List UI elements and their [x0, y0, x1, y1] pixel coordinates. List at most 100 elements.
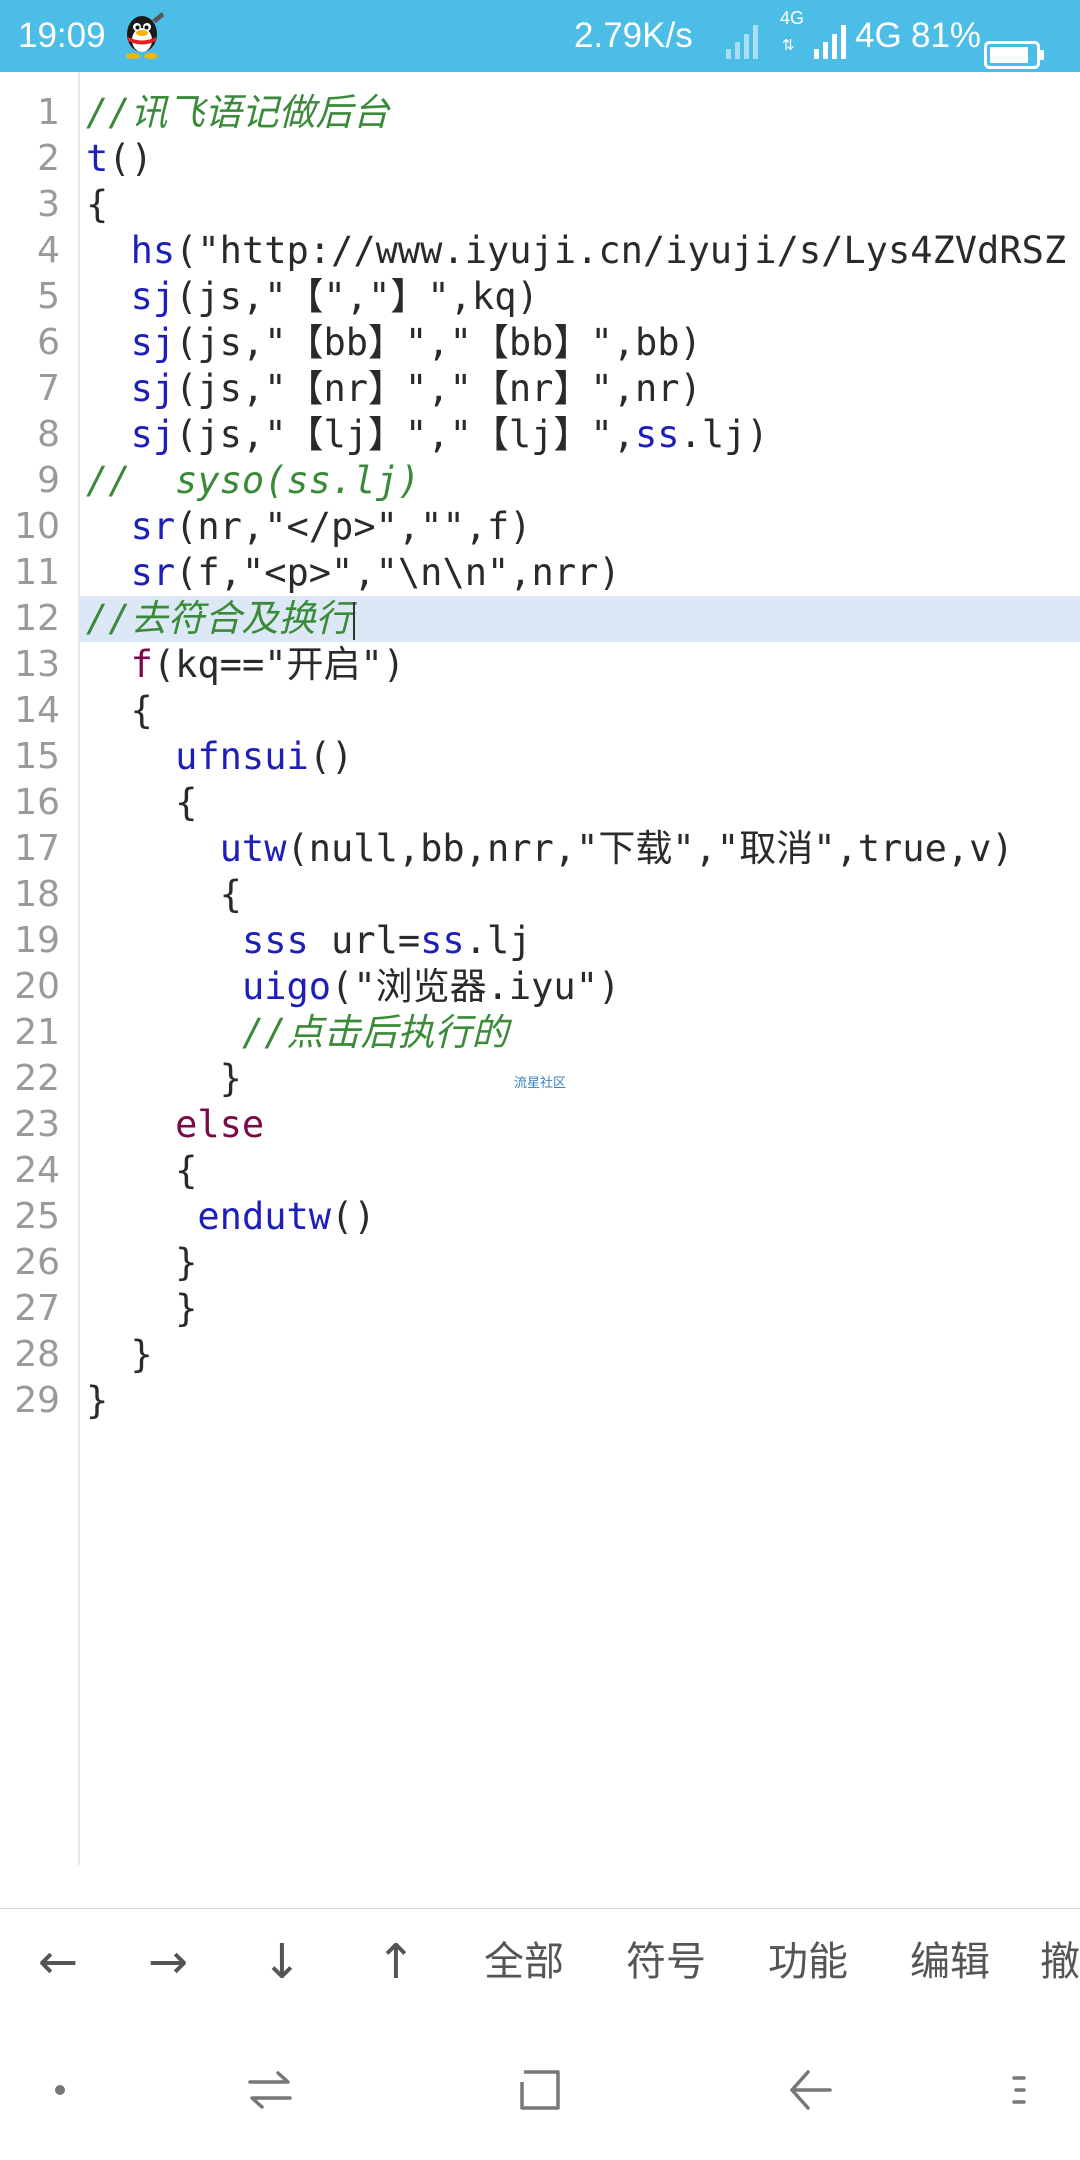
signal-weak-icon	[724, 14, 764, 59]
line-number: 20	[14, 966, 60, 1007]
line-number: 13	[14, 644, 60, 685]
code-line[interactable]: 20 uigo("浏览器.iyu")	[0, 964, 1080, 1010]
line-number: 26	[14, 1242, 60, 1283]
code-line[interactable]: 29}	[0, 1378, 1080, 1424]
code-line[interactable]: 24 {	[0, 1148, 1080, 1194]
code-line[interactable]: 8 sj(js,"【lj】","【lj】",ss.lj)	[0, 412, 1080, 458]
line-number: 3	[37, 184, 60, 225]
code-text[interactable]: sj(js,"【nr】","【nr】",nr)	[86, 366, 702, 412]
code-line[interactable]: 9 // syso(ss.lj)	[0, 458, 1080, 504]
code-line[interactable]: 26 }	[0, 1240, 1080, 1286]
code-line[interactable]: 5 sj(js,"【","】",kq)	[0, 274, 1080, 320]
code-text[interactable]: ufnsui()	[86, 734, 353, 780]
line-number: 8	[37, 414, 60, 455]
code-line[interactable]: 19 sss url=ss.lj	[0, 918, 1080, 964]
code-line[interactable]: 14 {	[0, 688, 1080, 734]
code-line[interactable]: 4 hs("http://www.iyuji.cn/iyuji/s/Lys4ZV…	[0, 228, 1080, 274]
code-editor[interactable]: 1//讯飞语记做后台 2 t() 3{4 hs("http://www.iyuji.c…	[0, 72, 1080, 1865]
code-text[interactable]: sj(js,"【lj】","【lj】",ss.lj)	[86, 412, 769, 458]
arrow-left-button[interactable]: ←	[18, 1909, 98, 2015]
line-number: 19	[14, 920, 60, 961]
code-line[interactable]: 16 {	[0, 780, 1080, 826]
undo-button[interactable]: 撤	[1040, 1909, 1080, 2015]
code-line[interactable]: 6 sj(js,"【bb】","【bb】",bb)	[0, 320, 1080, 366]
code-text[interactable]: //讯飞语记做后台	[86, 90, 390, 136]
line-number: 17	[14, 828, 60, 869]
line-number: 16	[14, 782, 60, 823]
network-type: 4G	[855, 16, 902, 55]
dot-icon[interactable]	[30, 2060, 90, 2120]
code-text[interactable]: sr(nr,"</p>","",f)	[86, 504, 532, 550]
line-number: 10	[14, 506, 60, 547]
code-text[interactable]: }	[86, 1056, 242, 1102]
back-icon[interactable]	[780, 2060, 840, 2120]
code-line[interactable]: 17 utw(null,bb,nrr,"下载","取消",true,v)	[0, 826, 1080, 872]
text-cursor	[352, 601, 355, 640]
code-text[interactable]: sr(f,"<p>","\n\n",nrr)	[86, 550, 621, 596]
code-text[interactable]: }	[86, 1332, 153, 1378]
code-text[interactable]: // syso(ss.lj)	[86, 458, 420, 504]
code-text[interactable]: sj(js,"【bb】","【bb】",bb)	[86, 320, 702, 366]
code-line[interactable]: 18 {	[0, 872, 1080, 918]
code-text[interactable]: f(kq=="开启")	[86, 642, 406, 688]
code-line[interactable]: 10 sr(nr,"</p>","",f)	[0, 504, 1080, 550]
code-text[interactable]: }	[86, 1240, 197, 1286]
code-line[interactable]: 13 f(kq=="开启")	[0, 642, 1080, 688]
code-text[interactable]: {	[86, 1148, 197, 1194]
code-line[interactable]: 28 }	[0, 1332, 1080, 1378]
code-text[interactable]: sss url=ss.lj	[86, 918, 532, 964]
line-number: 29	[14, 1380, 60, 1421]
menu-icon[interactable]	[990, 2060, 1050, 2120]
code-line[interactable]: 25 endutw()	[0, 1194, 1080, 1240]
line-number: 9	[37, 460, 60, 501]
arrow-down-button[interactable]: ↓	[242, 1909, 322, 2015]
code-line[interactable]: 12 //去符合及换行	[0, 596, 1080, 642]
code-line[interactable]: 11 sr(f,"<p>","\n\n",nrr)	[0, 550, 1080, 596]
battery-icon	[984, 22, 1046, 69]
home-square-icon[interactable]	[510, 2060, 570, 2120]
arrow-up-button[interactable]: ↑	[356, 1909, 436, 2015]
code-line[interactable]: 3{	[0, 182, 1080, 228]
code-text[interactable]: t()	[86, 136, 153, 182]
edit-button[interactable]: 编辑	[898, 1909, 1002, 2015]
code-text[interactable]: //去符合及换行	[86, 596, 355, 642]
arrow-right-button[interactable]: →	[128, 1909, 208, 2015]
code-text[interactable]: else	[86, 1102, 264, 1148]
code-line[interactable]: 7 sj(js,"【nr】","【nr】",nr)	[0, 366, 1080, 412]
code-text[interactable]: utw(null,bb,nrr,"下载","取消",true,v)	[86, 826, 1014, 872]
line-number: 28	[14, 1334, 60, 1375]
editor-toolbar: ← → ↓ ↑ 全部 符号 功能 编辑 撤	[0, 1908, 1080, 2015]
line-number: 7	[37, 368, 60, 409]
line-number: 5	[37, 276, 60, 317]
symbols-button[interactable]: 符号	[614, 1909, 718, 2015]
code-line[interactable]: 2 t()	[0, 136, 1080, 182]
line-number: 23	[14, 1104, 60, 1145]
line-number: 4	[37, 230, 60, 271]
select-all-button[interactable]: 全部	[472, 1909, 576, 2015]
code-text[interactable]: hs("http://www.iyuji.cn/iyuji/s/Lys4ZVdR…	[86, 228, 1067, 274]
network-type-small: 4G	[780, 8, 805, 28]
switch-icon[interactable]	[240, 2060, 300, 2120]
code-line[interactable]: 15 ufnsui()	[0, 734, 1080, 780]
code-text[interactable]: {	[86, 688, 153, 734]
code-text[interactable]: {	[86, 872, 242, 918]
code-text[interactable]: }	[86, 1286, 197, 1332]
code-line[interactable]: 1 //讯飞语记做后台	[0, 90, 1080, 136]
line-number: 24	[14, 1150, 60, 1191]
code-text[interactable]: //点击后执行的	[86, 1010, 509, 1056]
code-line[interactable]: 27 }	[0, 1286, 1080, 1332]
line-number: 14	[14, 690, 60, 731]
code-text[interactable]: uigo("浏览器.iyu")	[86, 964, 620, 1010]
line-number: 15	[14, 736, 60, 777]
code-line[interactable]: 23 else	[0, 1102, 1080, 1148]
code-text[interactable]: sj(js,"【","】",kq)	[86, 274, 539, 320]
code-text[interactable]: {	[86, 780, 197, 826]
code-text[interactable]: endutw()	[86, 1194, 375, 1240]
functions-button[interactable]: 功能	[756, 1909, 860, 2015]
code-text[interactable]: }	[86, 1378, 108, 1424]
signal-strong-icon	[812, 14, 852, 59]
code-line[interactable]: 21 //点击后执行的	[0, 1010, 1080, 1056]
line-number: 22	[14, 1058, 60, 1099]
code-text[interactable]: {	[86, 182, 108, 228]
status-bar: 19:09 2.79K/s 4G ⇅ 4G 81%	[0, 0, 1080, 72]
